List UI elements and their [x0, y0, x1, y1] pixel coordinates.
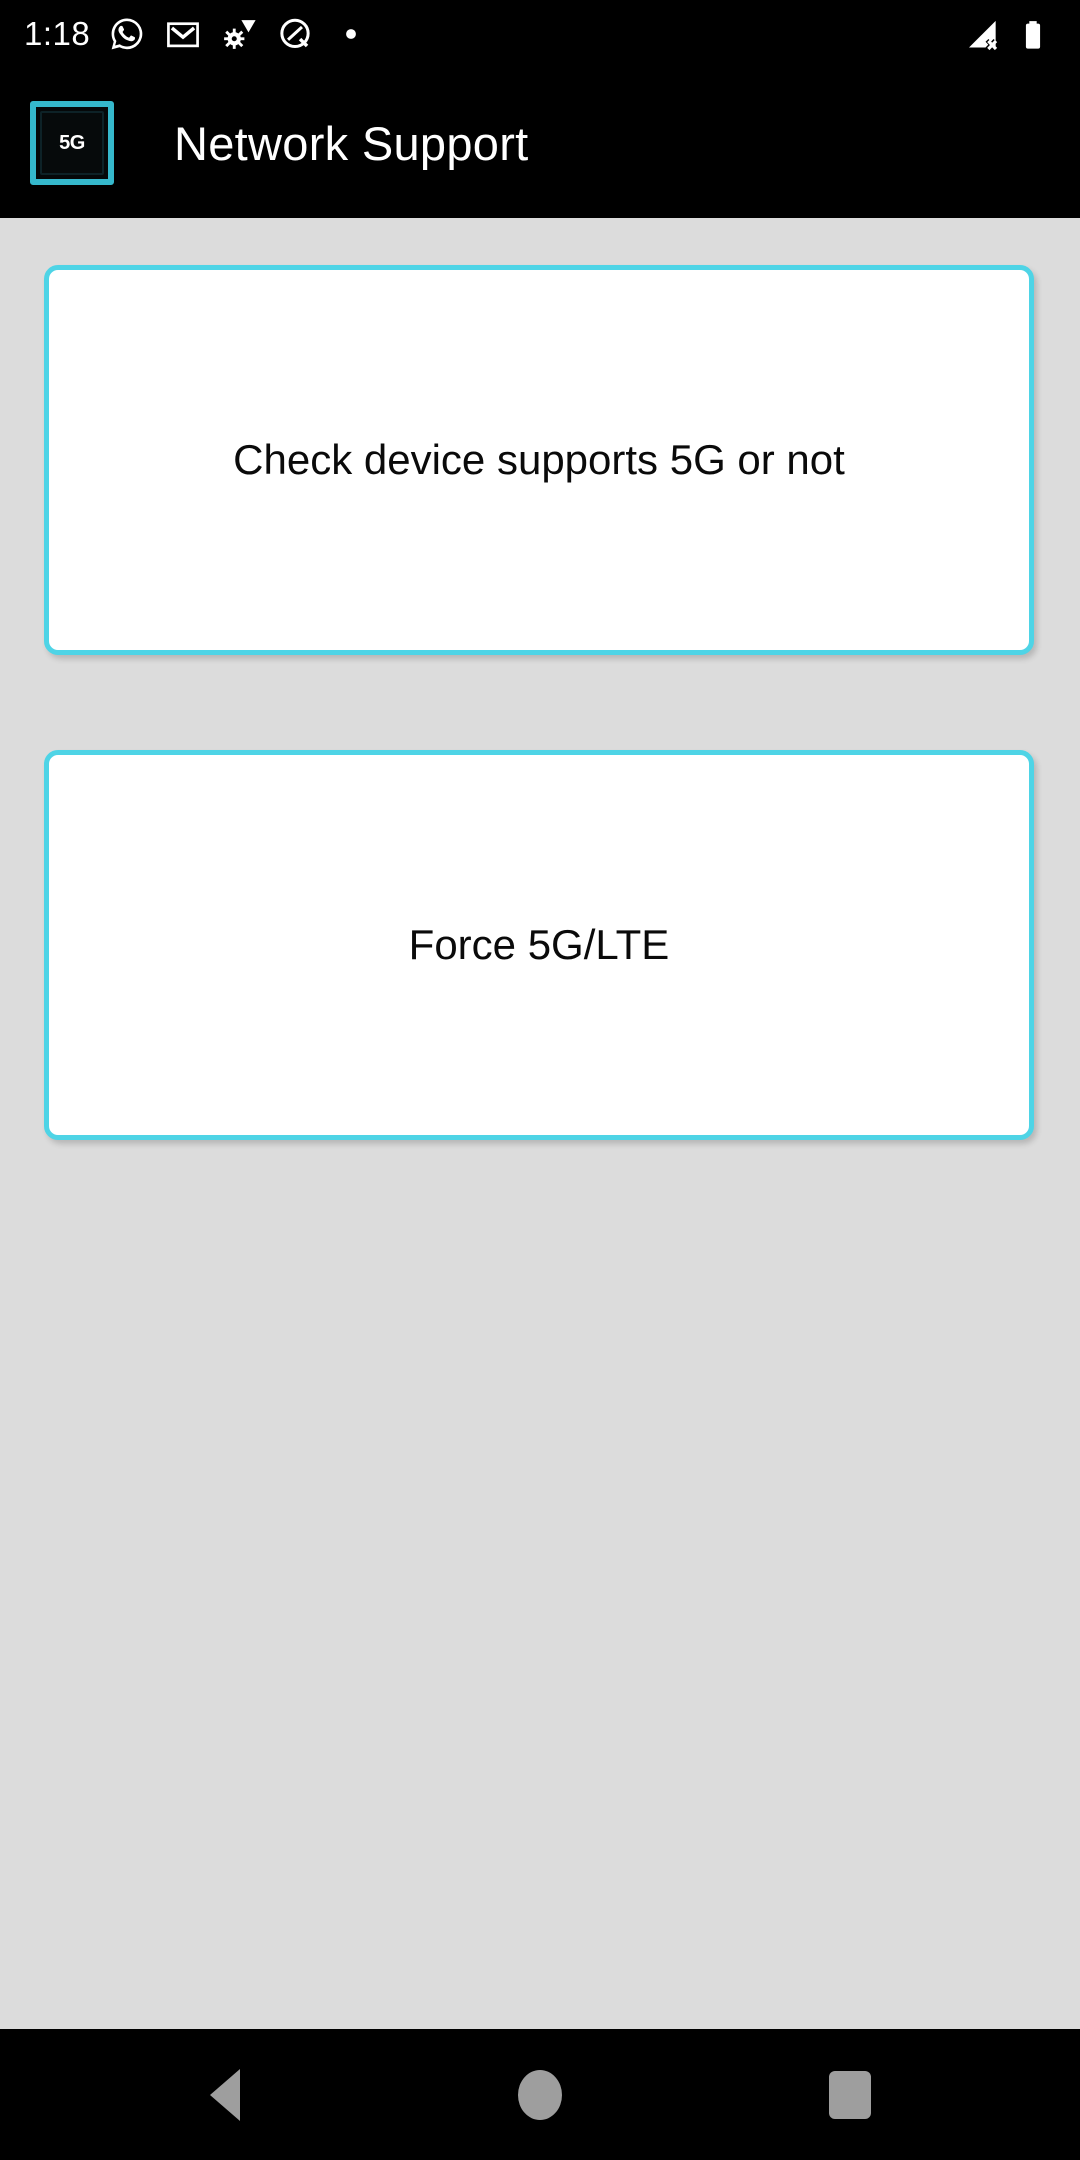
whatsapp-icon — [108, 15, 146, 53]
system-navigation-bar — [0, 2029, 1080, 2160]
nav-recents-button[interactable] — [765, 2029, 935, 2160]
nav-home-button[interactable] — [455, 2029, 625, 2160]
android-q-icon — [276, 15, 314, 53]
back-triangle-icon — [210, 2068, 240, 2121]
nav-back-button[interactable] — [140, 2029, 310, 2160]
gmail-icon — [164, 15, 202, 53]
main-content: Check device supports 5G or not Force 5G… — [0, 218, 1080, 2029]
check-5g-support-label: Check device supports 5G or not — [233, 436, 845, 483]
app-bar: 5G Network Support — [0, 68, 1080, 218]
status-bar-clock: 1:18 — [24, 15, 91, 52]
check-5g-support-card[interactable]: Check device supports 5G or not — [44, 265, 1034, 655]
settings-wifi-icon — [220, 15, 258, 53]
status-bar-right-group — [964, 15, 1080, 53]
recents-square-icon — [829, 2070, 871, 2119]
app-logo-label: 5G — [59, 131, 85, 154]
app-logo-5g-chip-icon: 5G — [26, 97, 118, 189]
home-circle-icon — [518, 2069, 562, 2120]
force-5g-lte-label: Force 5G/LTE — [408, 921, 670, 968]
force-5g-lte-card[interactable]: Force 5G/LTE — [44, 750, 1034, 1140]
phone-screen: 1:18 5G Network Support Check device sup… — [0, 0, 1080, 2160]
page-title: Network Support — [174, 116, 529, 170]
dot-icon — [332, 15, 370, 53]
signal-no-service-icon — [964, 15, 1002, 53]
battery-full-icon — [1016, 15, 1054, 53]
status-bar-left-group: 1:18 — [0, 15, 964, 53]
status-bar: 1:18 — [0, 0, 1080, 68]
